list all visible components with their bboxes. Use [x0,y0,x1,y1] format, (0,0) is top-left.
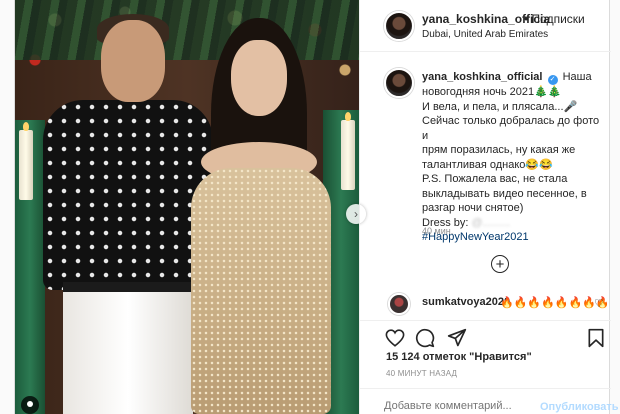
post-side-panel: yana_koshkina_officia • Подписки Dubai, … [359,0,619,414]
user-tag-icon[interactable] [21,396,39,414]
post-timestamp: 40 МИНУТ НАЗАД [386,369,458,378]
caption-time: 40 мин. [422,226,454,236]
bookmark-icon[interactable] [586,327,606,349]
publish-button[interactable]: Опубликовать [540,401,619,413]
candle [19,122,33,200]
caption-line: P.S. Пожалела вас, не стала [422,173,568,185]
avatar[interactable] [384,11,414,41]
caption-username[interactable]: yana_koshkina_official [422,71,542,83]
comment-icon[interactable] [414,327,436,349]
person-woman [185,18,335,414]
comment-like-icon[interactable]: ♡ [594,297,604,310]
share-icon[interactable] [446,327,468,349]
caption-line: разгар ночи снятое) [422,202,524,214]
heart-icon[interactable] [384,327,406,349]
candle [341,112,355,190]
follow-status[interactable]: • Подписки [524,12,585,26]
caption-line: талантливая однако😂😂 [422,158,553,171]
load-more-comments-button[interactable]: + [491,255,509,273]
comment-username[interactable]: sumkatvoya2020 [422,296,510,308]
commenter-avatar[interactable] [388,293,410,315]
instagram-post: › yana_koshkina_officia • Подписки Dubai… [14,0,619,414]
chevron-right-icon: › [354,207,358,221]
caption-line: новогодняя ночь 2021🎄🎄 [422,86,562,98]
comment-input[interactable] [384,400,524,412]
caption-line: выкладывать видео песенное, в [422,187,587,200]
verified-badge-icon: ✓ [547,75,558,85]
post-photo[interactable] [15,0,359,414]
plus-icon: + [495,255,505,273]
location-link[interactable]: Dubai, United Arab Emirates [422,29,548,40]
add-comment-bar: Опубликовать [360,388,619,414]
post-caption: yana_koshkina_official ✓ Наша новогодняя… [422,70,606,245]
caption-line: прям поразилась, ну какая же [422,144,576,156]
post-header: yana_koshkina_officia • Подписки Dubai, … [360,0,611,52]
caption-line: И вела, и пела, и плясала...🎤 [422,100,578,113]
comment-item: sumkatvoya2020 🔥🔥🔥🔥🔥🔥🔥🔥 ♡ [388,293,610,315]
caption-avatar[interactable] [384,68,414,98]
dress-tag-link[interactable]: @......... [472,217,511,229]
caption-text: Наша [562,71,592,83]
likes-count[interactable]: 15 124 отметок "Нравится" [386,351,532,363]
caption-line: Сейчас только добралась до фото и [422,115,600,142]
